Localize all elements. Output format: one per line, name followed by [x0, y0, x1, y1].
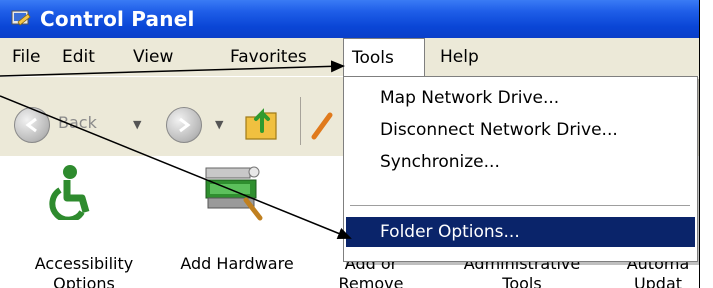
window-title: Control Panel	[40, 7, 195, 31]
back-dropdown-icon[interactable]: ▼	[133, 118, 141, 131]
control-panel-icon	[10, 8, 32, 30]
toolbar-separator	[300, 97, 301, 145]
menu-separator	[350, 205, 690, 207]
menu-bar: File Edit View Favorites Tools Help	[0, 38, 699, 76]
forward-arrow-icon	[179, 117, 191, 133]
menu-file[interactable]: File	[12, 46, 40, 68]
menu-item-folder-options[interactable]: Folder Options...	[346, 217, 695, 247]
tools-menu-dropdown: Map Network Drive... Disconnect Network …	[343, 76, 698, 262]
back-button[interactable]	[14, 107, 50, 143]
search-icon	[311, 112, 333, 140]
search-button-partial[interactable]	[308, 107, 338, 141]
accessibility-options-item[interactable]	[40, 160, 100, 223]
add-hardware-item[interactable]	[198, 160, 268, 222]
menu-item-disconnect-network-drive[interactable]: Disconnect Network Drive...	[346, 115, 695, 145]
accessibility-options-label: Accessibility Options	[34, 254, 134, 288]
menu-item-synchronize[interactable]: Synchronize...	[346, 147, 695, 177]
up-folder-button[interactable]	[242, 101, 288, 145]
back-arrow-icon	[25, 117, 37, 133]
menu-favorites[interactable]: Favorites	[230, 46, 307, 68]
back-label: Back	[58, 113, 97, 132]
menu-edit[interactable]: Edit	[62, 46, 95, 68]
forward-dropdown-icon[interactable]: ▼	[215, 118, 223, 131]
forward-button[interactable]	[166, 107, 202, 143]
menu-item-map-network-drive[interactable]: Map Network Drive...	[346, 83, 695, 113]
add-hardware-label: Add Hardware	[180, 254, 294, 273]
accessibility-icon	[49, 165, 90, 223]
title-bar[interactable]: Control Panel	[0, 0, 699, 38]
menu-view[interactable]: View	[133, 46, 173, 68]
control-panel-window: Control Panel File Edit View Favorites T…	[0, 0, 700, 288]
menu-tools[interactable]: Tools	[343, 38, 425, 76]
add-hardware-icon	[205, 166, 263, 221]
menu-help[interactable]: Help	[440, 46, 479, 68]
up-folder-icon	[245, 108, 277, 140]
